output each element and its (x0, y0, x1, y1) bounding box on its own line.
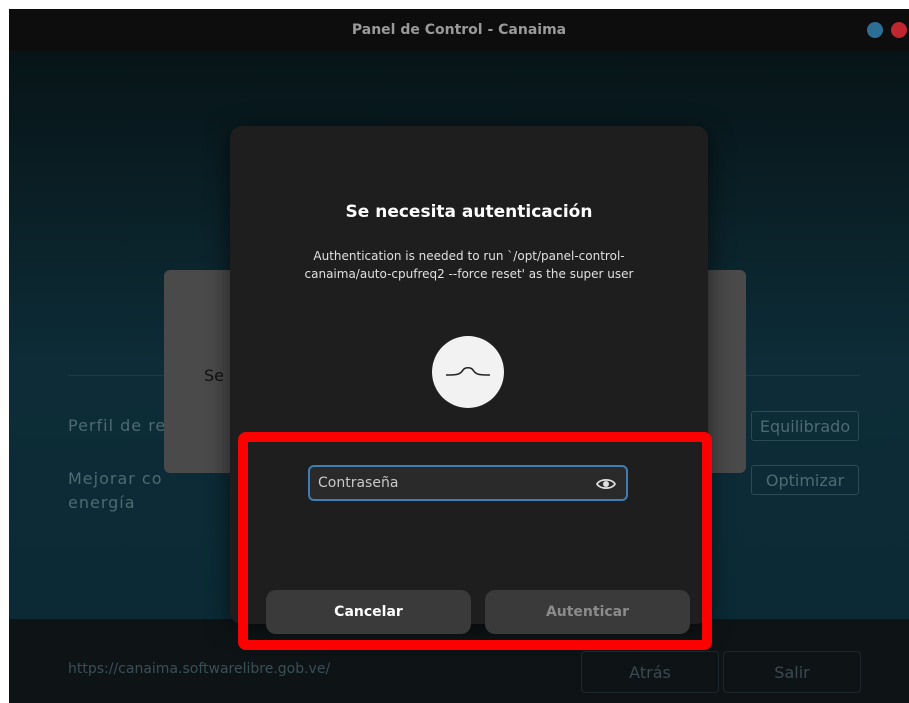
exit-button[interactable]: Salir (723, 651, 861, 693)
row-label-improve-line2: energía (68, 493, 136, 512)
password-input[interactable] (318, 473, 590, 493)
website-link[interactable]: https://canaima.softwarelibre.gob.ve/ (68, 661, 330, 677)
row-label-improve: Mejorar co (68, 469, 163, 488)
authentication-dialog: Se necesita autenticación Authentication… (230, 126, 708, 634)
back-button[interactable]: Atrás (581, 651, 719, 693)
optimize-button[interactable]: Optimizar (751, 465, 859, 495)
user-name (230, 412, 708, 420)
profile-value-button[interactable]: Equilibrado (751, 411, 859, 441)
background-dialog-text: Se (204, 366, 224, 385)
password-field[interactable] (308, 465, 628, 501)
minimize-button[interactable] (867, 22, 883, 38)
user-avatar-icon (432, 336, 504, 408)
title-bar[interactable]: Panel de Control - Canaima (9, 9, 909, 51)
auth-message: Authentication is needed to run `/opt/pa… (304, 249, 634, 281)
auth-heading: Se necesita autenticación (345, 202, 593, 222)
close-button[interactable] (891, 22, 907, 38)
authenticate-button[interactable]: Autenticar (485, 590, 690, 634)
window-title: Panel de Control - Canaima (351, 22, 567, 38)
eye-icon[interactable] (596, 476, 616, 492)
row-label-profile: Perfil de re (68, 416, 167, 435)
cancel-button[interactable]: Cancelar (266, 590, 471, 634)
